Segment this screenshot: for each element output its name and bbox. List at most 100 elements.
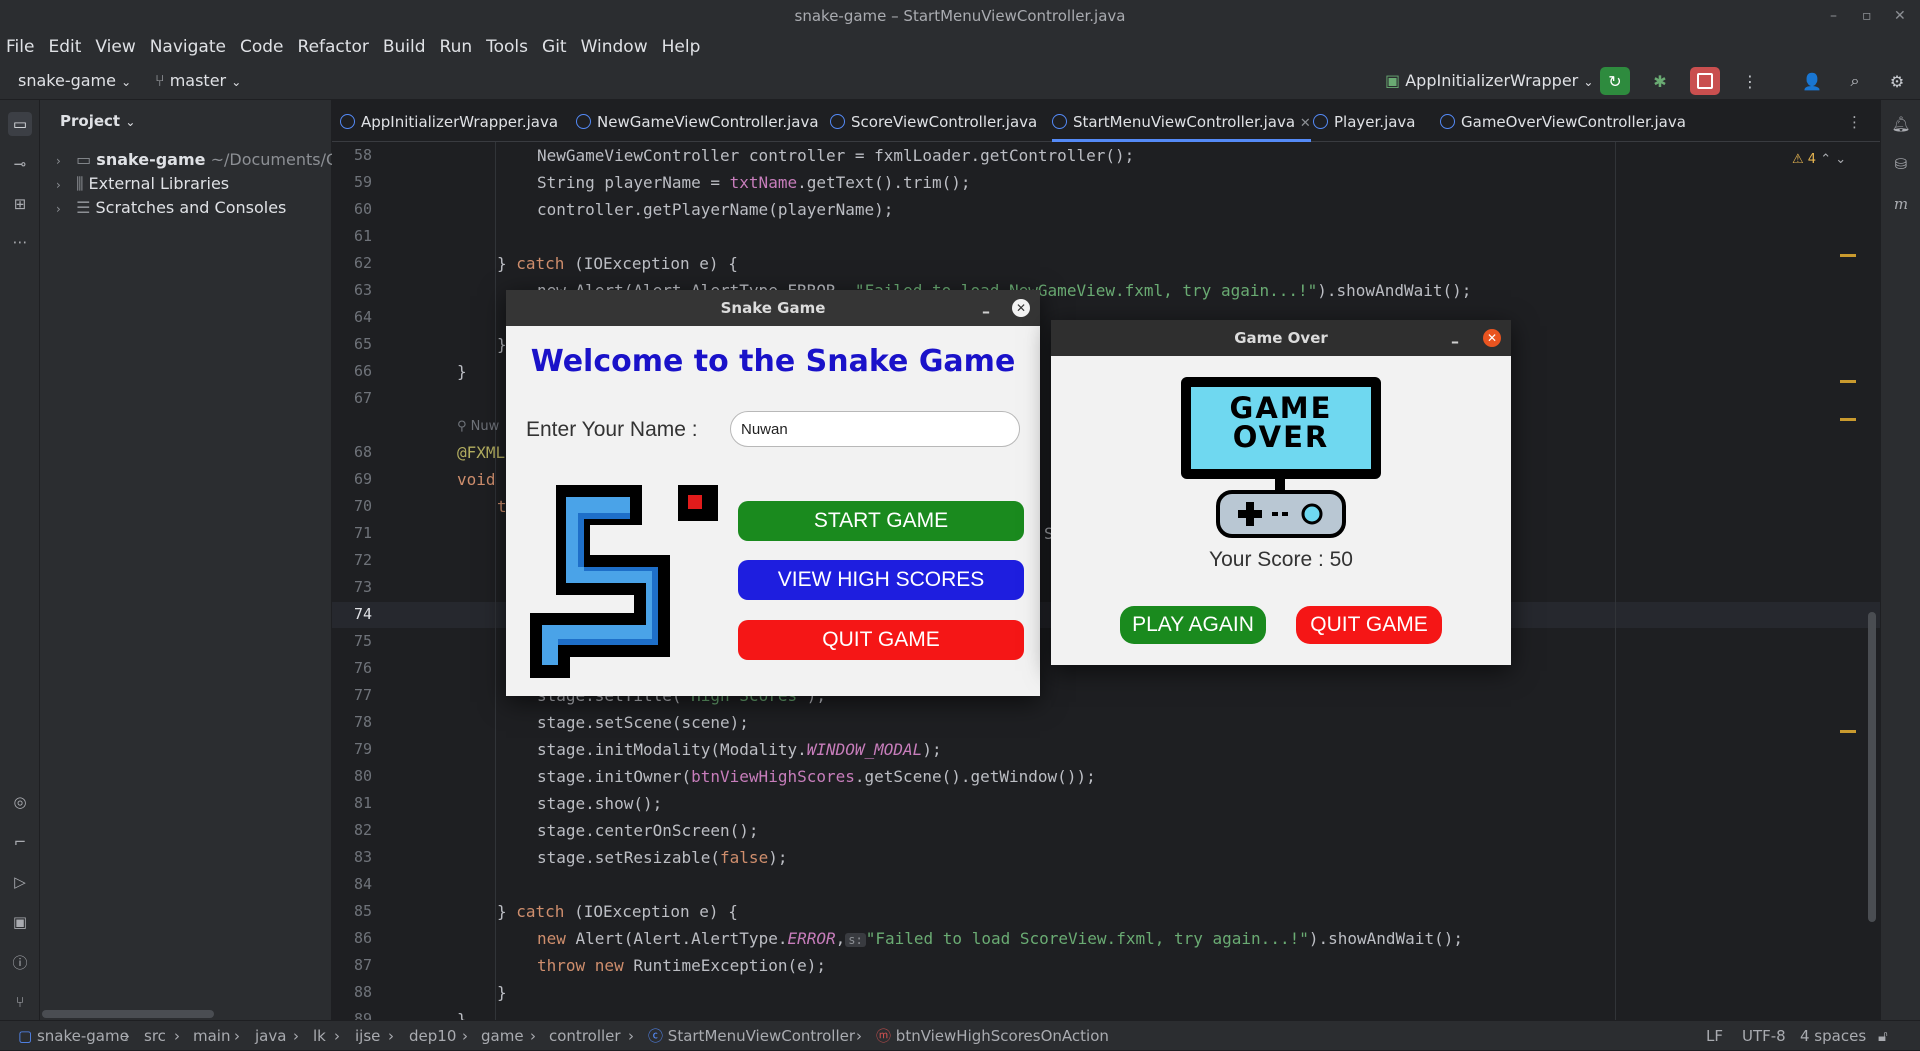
warning-marker[interactable] [1840, 254, 1856, 257]
structure-tool-icon[interactable]: ⊞ [8, 192, 32, 216]
chevron-up-icon[interactable]: ⌃ [1820, 152, 1831, 167]
tree-item-snake-game[interactable]: › ▭ snake-game ~/Documents/Git/ [56, 148, 355, 172]
close-icon[interactable]: ✕ [1894, 0, 1906, 32]
build-tool-icon[interactable]: ⌐ [8, 830, 32, 854]
file-encoding[interactable]: UTF-8 [1742, 1021, 1786, 1051]
breadcrumb-item[interactable]: controller [549, 1021, 621, 1051]
breadcrumb-item[interactable]: lk [313, 1021, 326, 1051]
class-icon [576, 114, 591, 129]
menu-file[interactable]: File [6, 37, 42, 57]
breadcrumb-separator: › [293, 1027, 299, 1045]
menu-git[interactable]: Git [542, 37, 575, 57]
project-selector[interactable]: snake-game ⌄ [18, 62, 131, 101]
tree-item-external-libraries[interactable]: › ⫼ External Libraries [56, 172, 229, 196]
tabs-more-button[interactable]: ⋮ [1847, 100, 1862, 142]
warning-marker[interactable] [1840, 418, 1856, 421]
minimize-icon[interactable]: – [1451, 324, 1459, 360]
more-actions-button[interactable]: ⋮ [1735, 67, 1765, 95]
tab-scoreviewcontroller[interactable]: ScoreViewController.java [830, 100, 1037, 142]
start-game-button[interactable]: START GAME [738, 501, 1024, 541]
breadcrumb-separator: › [388, 1027, 394, 1045]
window-title-bar: snake-game – StartMenuViewController.jav… [0, 0, 1920, 32]
terminal-tool-icon[interactable]: ▣ [8, 910, 32, 934]
chevron-down-icon[interactable]: ⌄ [1835, 152, 1846, 167]
project-panel-header[interactable]: Project ⌄ [60, 112, 135, 130]
run-config-selector[interactable]: ▣ AppInitializerWrapper ⌄ [1385, 62, 1593, 101]
minimize-icon[interactable]: – [982, 294, 990, 330]
quit-game-button[interactable]: QUIT GAME [1296, 606, 1442, 644]
tree-item-scratches[interactable]: › ☰ Scratches and Consoles [56, 196, 286, 220]
menu-navigate[interactable]: Navigate [150, 37, 234, 57]
breadcrumb-item[interactable]: ▢ snake-game [18, 1021, 129, 1051]
menu-tools[interactable]: Tools [486, 37, 536, 57]
rerun-button[interactable]: ↻ [1600, 67, 1630, 95]
git-tool-icon[interactable]: ⑂ [8, 990, 32, 1014]
breadcrumb-separator: › [174, 1027, 180, 1045]
notifications-icon[interactable]: 🔔︎ [1889, 112, 1913, 136]
debug-button[interactable]: ✱ [1645, 67, 1675, 95]
quit-game-button[interactable]: QUIT GAME [738, 620, 1024, 660]
tab-newgameviewcontroller[interactable]: NewGameViewController.java [576, 100, 819, 142]
indent-setting[interactable]: 4 spaces [1800, 1021, 1866, 1051]
branch-selector[interactable]: ⑂ master ⌄ [155, 62, 241, 101]
services-tool-icon[interactable]: ◎ [8, 790, 32, 814]
warnings-indicator[interactable]: ⚠ 4 ⌃ ⌄ [1792, 152, 1846, 167]
tab-player[interactable]: Player.java [1313, 100, 1416, 142]
vertical-scrollbar[interactable] [1868, 612, 1876, 922]
chevron-down-icon: ⌄ [1583, 75, 1594, 89]
name-input[interactable] [730, 411, 1020, 447]
lock-icon[interactable]: 🔓︎ [1878, 1021, 1888, 1051]
problems-tool-icon[interactable]: ⓘ [8, 950, 32, 974]
view-high-scores-button[interactable]: VIEW HIGH SCORES [738, 560, 1024, 600]
project-tool-icon[interactable]: ▭ [8, 112, 32, 136]
search-button[interactable]: ⌕ [1840, 67, 1870, 95]
breadcrumb-item[interactable]: ⓜ btnViewHighScoresOnAction [876, 1021, 1109, 1051]
play-again-button[interactable]: PLAY AGAIN [1120, 606, 1266, 644]
warning-marker[interactable] [1840, 730, 1856, 733]
maximize-icon[interactable]: ▫ [1862, 0, 1872, 32]
menu-run[interactable]: Run [440, 37, 481, 57]
breadcrumb-item[interactable]: game [481, 1021, 524, 1051]
tab-gameoverviewcontroller[interactable]: GameOverViewController.java [1440, 100, 1686, 142]
minimize-icon[interactable]: – [1830, 0, 1837, 32]
code-token: } [497, 902, 517, 921]
more-tools-icon[interactable]: ⋯ [8, 230, 32, 254]
code-token: new [537, 929, 566, 948]
close-tab-icon[interactable]: ✕ [1300, 116, 1311, 131]
menu-code[interactable]: Code [240, 37, 292, 57]
menu-help[interactable]: Help [662, 37, 709, 57]
commit-tool-icon[interactable]: ⊸ [8, 152, 32, 176]
settings-button[interactable]: ⚙ [1882, 67, 1912, 95]
code-token: stage.initModality(Modality. [537, 740, 807, 759]
maven-icon[interactable]: m [1889, 192, 1913, 216]
menu-edit[interactable]: Edit [48, 37, 89, 57]
close-icon[interactable]: ✕ [1483, 329, 1501, 347]
line-separator[interactable]: LF [1706, 1021, 1723, 1051]
breadcrumb-item[interactable]: ijse [355, 1021, 380, 1051]
breadcrumb-item[interactable]: main [193, 1021, 230, 1051]
breadcrumb-item[interactable]: src [144, 1021, 166, 1051]
author-hint[interactable]: ⚲ Nuw [457, 419, 499, 434]
warning-marker[interactable] [1840, 380, 1856, 383]
tab-appinitializerwrapper[interactable]: AppInitializerWrapper.java [340, 100, 558, 142]
horizontal-scrollbar[interactable] [42, 1010, 214, 1018]
code-line: stage.show(); [537, 794, 663, 813]
database-icon[interactable]: ⛁ [1889, 152, 1913, 176]
line-number: 75 [353, 632, 372, 650]
breadcrumb-item[interactable]: java [255, 1021, 286, 1051]
breadcrumb-item[interactable]: ⓒ StartMenuViewController [648, 1021, 855, 1051]
warnings-count: 4 [1807, 152, 1817, 167]
menu-view[interactable]: View [95, 37, 143, 57]
run-tool-icon[interactable]: ▷ [8, 870, 32, 894]
breadcrumb-item[interactable]: dep10 [409, 1021, 456, 1051]
stop-button[interactable] [1690, 67, 1720, 95]
menu-build[interactable]: Build [383, 37, 434, 57]
menu-window[interactable]: Window [581, 37, 656, 57]
close-icon[interactable]: ✕ [1012, 299, 1030, 317]
code-line: stage.centerOnScreen(); [537, 821, 759, 840]
code-line: } [497, 983, 507, 1002]
add-user-button[interactable]: 👤 [1797, 67, 1827, 95]
game-over-logo: GAME OVER [1181, 377, 1381, 479]
tab-startmenuviewcontroller[interactable]: StartMenuViewController.java ✕ [1052, 100, 1311, 142]
menu-refactor[interactable]: Refactor [298, 37, 377, 57]
